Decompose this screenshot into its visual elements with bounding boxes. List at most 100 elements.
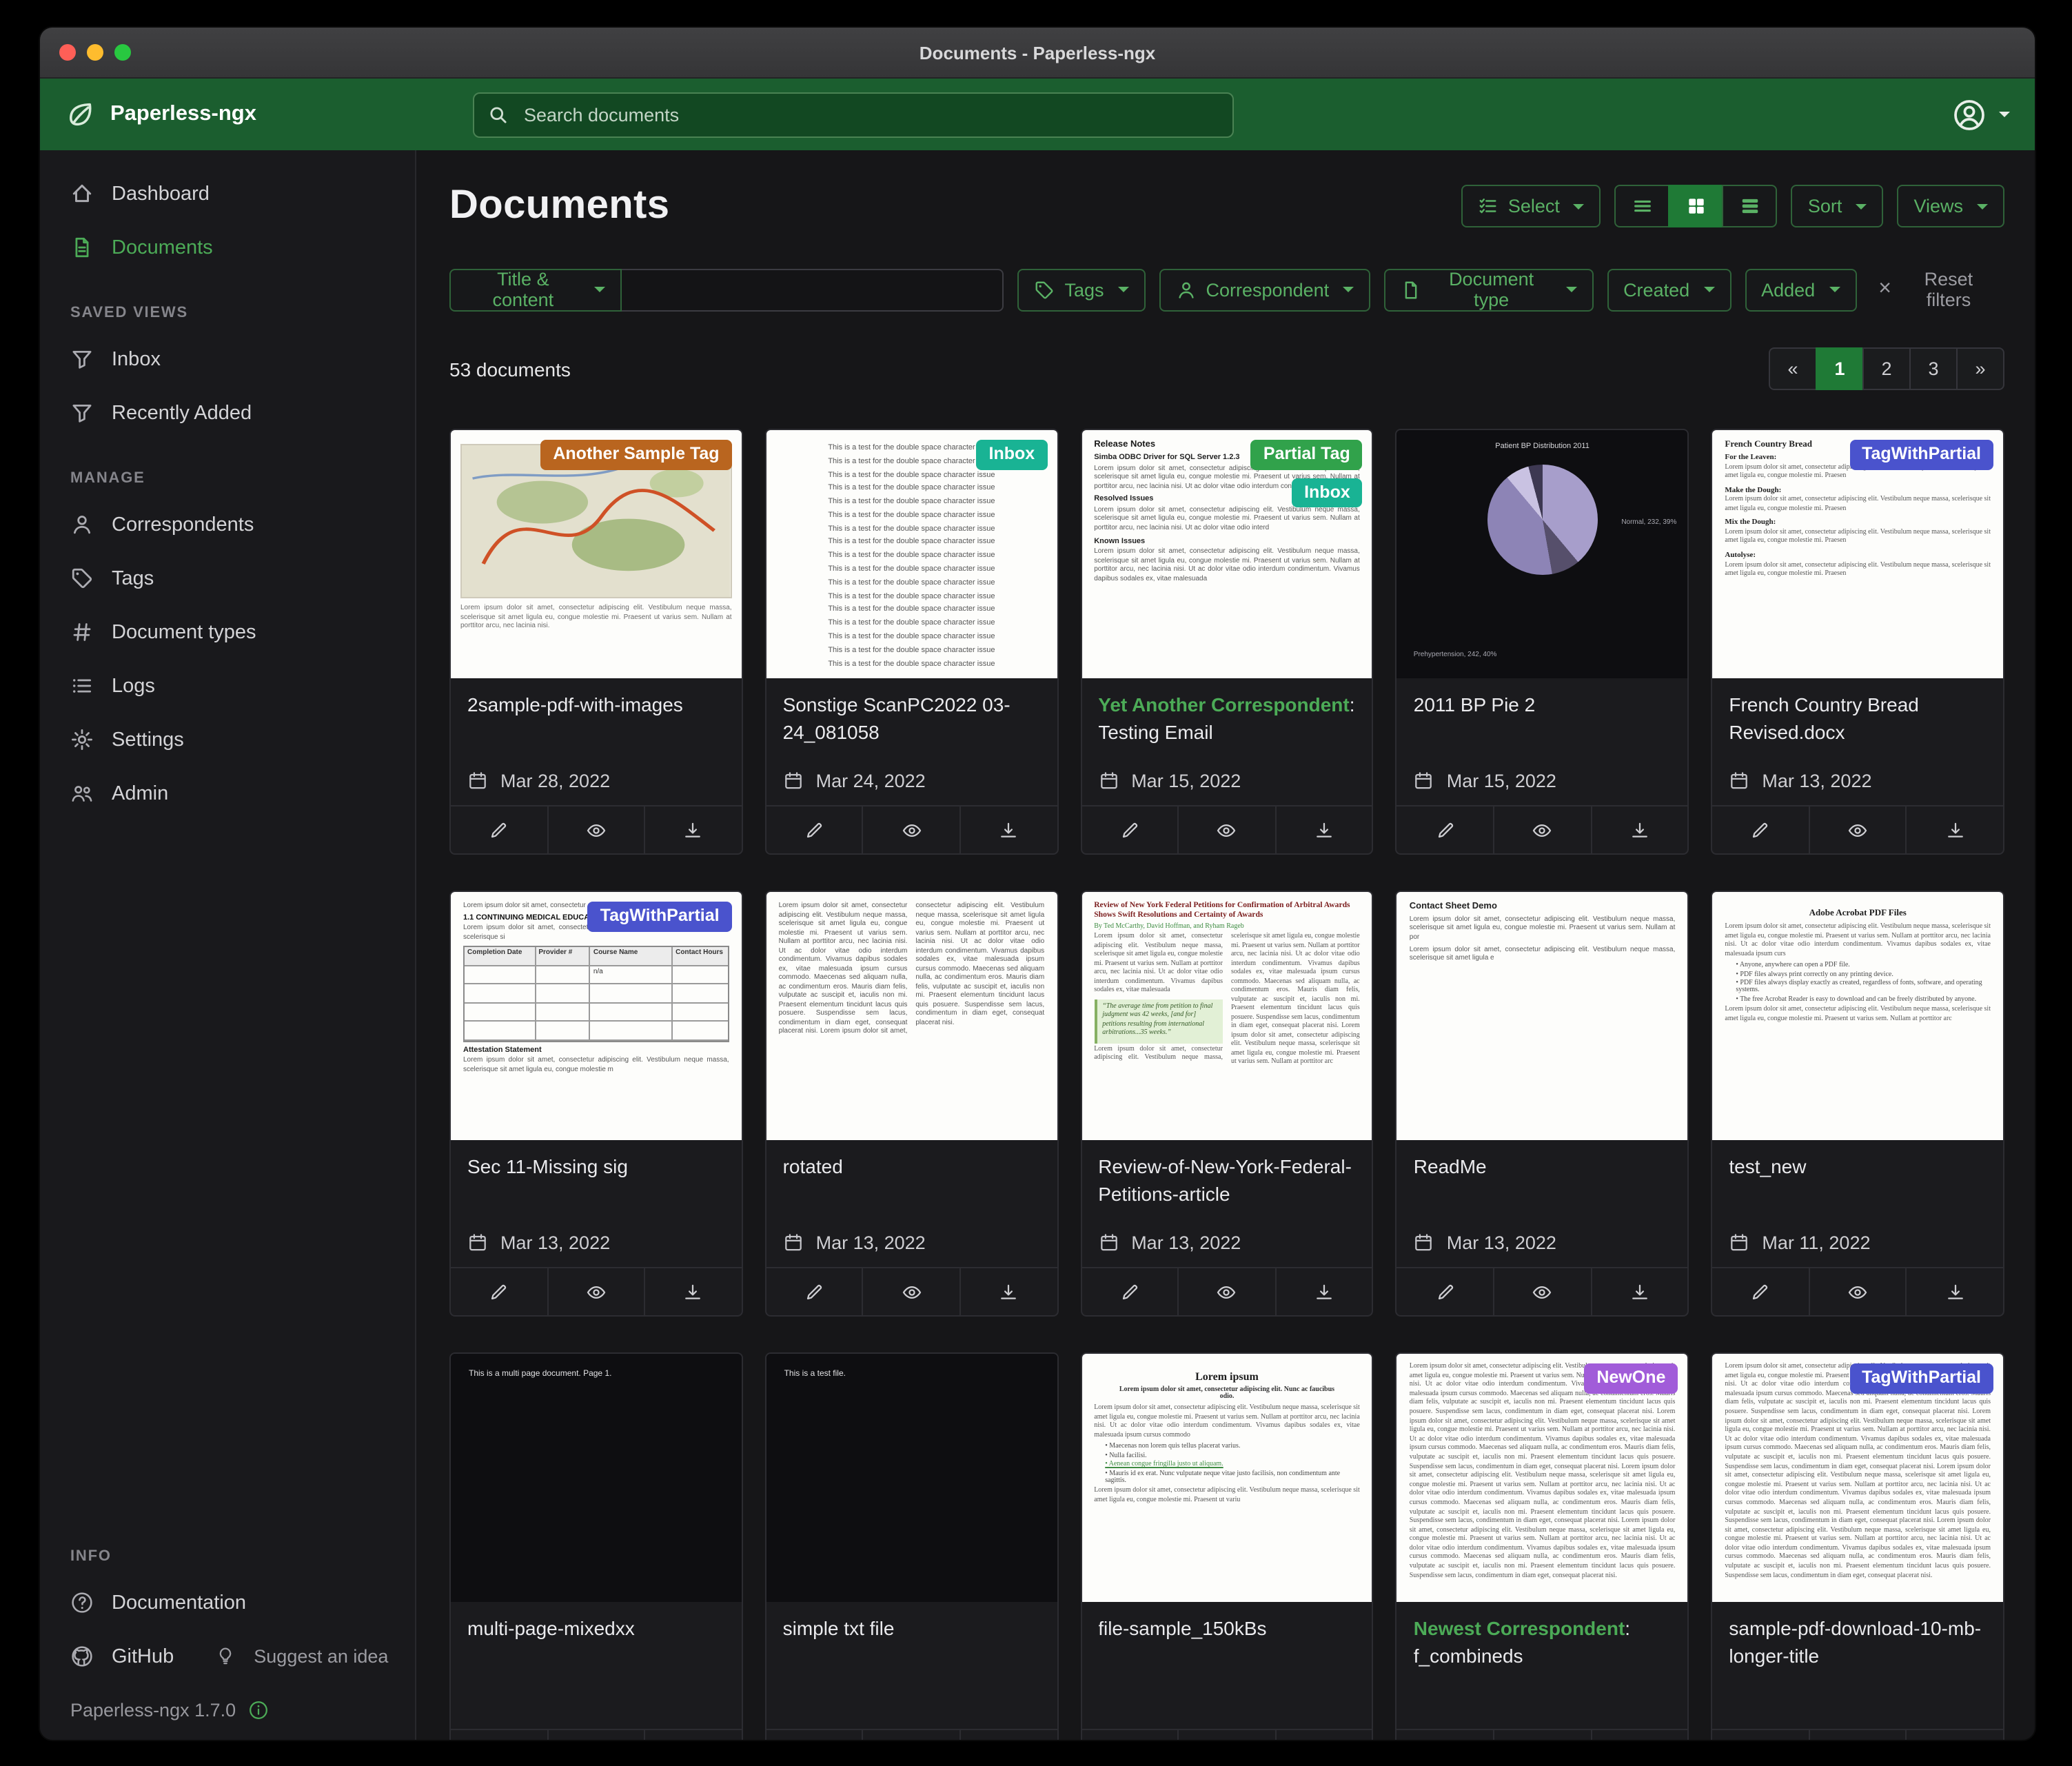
download-document-button[interactable] <box>1906 1268 2003 1315</box>
document-correspondent[interactable]: Newest Correspondent <box>1414 1617 1625 1639</box>
document-card[interactable]: Patient BP Distribution 2011Normal, 232,… <box>1396 429 1689 855</box>
document-card[interactable]: This is a test for the double space char… <box>765 429 1059 855</box>
document-card[interactable]: This is a multi page document. Page 1. m… <box>449 1352 743 1740</box>
document-thumbnail[interactable]: French Country BreadFor the Leaven:Lorem… <box>1712 430 2003 678</box>
document-thumbnail[interactable]: Lorem ipsum dolor sit amet, consectetur … <box>766 892 1057 1140</box>
page-3-button[interactable]: 3 <box>1909 347 1958 390</box>
document-title[interactable]: 2011 BP Pie 2 <box>1414 692 1672 719</box>
document-thumbnail[interactable]: Adobe Acrobat PDF FilesLorem ipsum dolor… <box>1712 892 2003 1140</box>
added-filter-button[interactable]: Added <box>1745 268 1856 311</box>
global-search[interactable] <box>473 92 1234 137</box>
download-document-button[interactable] <box>959 806 1057 853</box>
document-title[interactable]: file-sample_150kBs <box>1098 1616 1356 1643</box>
view-document-button[interactable] <box>862 806 959 853</box>
edit-document-button[interactable] <box>1712 1268 1808 1315</box>
page-1-button[interactable]: 1 <box>1816 347 1864 390</box>
download-document-button[interactable] <box>1906 806 2003 853</box>
title-content-input[interactable] <box>622 268 1004 311</box>
tag-badge[interactable]: Partial Tag <box>1251 440 1363 469</box>
user-menu[interactable] <box>1952 97 2010 132</box>
sidebar-item-correspondents[interactable]: Correspondents <box>40 498 415 551</box>
document-thumbnail[interactable]: Review of New York Federal Petitions for… <box>1081 892 1372 1140</box>
tag-badge[interactable]: TagWithPartial <box>588 902 732 931</box>
app-brand[interactable]: Paperless-ngx <box>65 99 473 130</box>
view-document-button[interactable] <box>1177 1730 1274 1740</box>
document-thumbnail[interactable]: Lorem ipsum dolor sit amet, consectetur … <box>1712 1354 2003 1602</box>
correspondent-filter-button[interactable]: Correspondent <box>1159 268 1371 311</box>
document-title[interactable]: multi-page-mixedxx <box>467 1616 725 1643</box>
document-title[interactable]: rotated <box>783 1154 1041 1181</box>
edit-document-button[interactable] <box>1397 806 1493 853</box>
document-title[interactable]: French Country Bread Revised.docx <box>1729 692 1987 746</box>
sidebar-item-documents[interactable]: Documents <box>40 221 415 274</box>
document-title[interactable]: 2sample-pdf-with-images <box>467 692 725 719</box>
edit-document-button[interactable] <box>1081 1268 1177 1315</box>
download-document-button[interactable] <box>959 1730 1057 1740</box>
document-type-filter-button[interactable]: Document type <box>1384 268 1593 311</box>
view-document-button[interactable] <box>547 1268 644 1315</box>
document-card[interactable]: Review of New York Federal Petitions for… <box>1080 891 1374 1317</box>
edit-document-button[interactable] <box>451 1730 547 1740</box>
document-thumbnail[interactable]: Lorem ipsum dolor sit amet, consectetur … <box>451 430 742 678</box>
document-thumbnail[interactable]: Patient BP Distribution 2011Normal, 232,… <box>1397 430 1688 678</box>
sidebar-item-settings[interactable]: Settings <box>40 713 415 767</box>
view-document-button[interactable] <box>1493 806 1590 853</box>
document-title[interactable]: Sonstige ScanPC2022 03-24_081058 <box>783 692 1041 746</box>
edit-document-button[interactable] <box>1712 1730 1808 1740</box>
document-card[interactable]: Lorem ipsum dolor sit amet, consectetur … <box>449 429 743 855</box>
download-document-button[interactable] <box>1590 1268 1687 1315</box>
view-document-button[interactable] <box>862 1268 959 1315</box>
sidebar-item-logs[interactable]: Logs <box>40 659 415 713</box>
view-document-button[interactable] <box>547 806 644 853</box>
document-thumbnail[interactable]: Lorem ipsum dolor sit amet, consectetur … <box>1397 1354 1688 1602</box>
next-page-button[interactable]: » <box>1956 347 2004 390</box>
edit-document-button[interactable] <box>766 1730 862 1740</box>
download-document-button[interactable] <box>644 1268 741 1315</box>
document-thumbnail[interactable]: This is a test for the double space char… <box>766 430 1057 678</box>
sort-button[interactable]: Sort <box>1791 185 1884 227</box>
edit-document-button[interactable] <box>766 806 862 853</box>
sidebar-item-inbox[interactable]: Inbox <box>40 332 415 386</box>
reset-filters-button[interactable]: × Reset filters <box>1870 267 2004 312</box>
document-title[interactable]: simple txt file <box>783 1616 1041 1643</box>
page-2-button[interactable]: 2 <box>1862 347 1911 390</box>
sidebar-item-tags[interactable]: Tags <box>40 551 415 605</box>
edit-document-button[interactable] <box>1397 1268 1493 1315</box>
edit-document-button[interactable] <box>1081 806 1177 853</box>
minimize-window-button[interactable] <box>87 44 103 61</box>
document-card[interactable]: Lorem ipsum dolor sit amet, consectetur … <box>1711 1352 2004 1740</box>
sidebar-item-documentation[interactable]: Documentation <box>40 1576 415 1630</box>
download-document-button[interactable] <box>644 1730 741 1740</box>
document-card[interactable]: French Country BreadFor the Leaven:Lorem… <box>1711 429 2004 855</box>
close-window-button[interactable] <box>59 44 76 61</box>
sidebar-item-admin[interactable]: Admin <box>40 767 415 820</box>
tag-badge[interactable]: Inbox <box>977 440 1048 469</box>
document-thumbnail[interactable]: This is a multi page document. Page 1. <box>451 1354 742 1602</box>
document-title[interactable]: ReadMe <box>1414 1154 1672 1181</box>
document-thumbnail[interactable]: Lorem ipsum dolor sit amet, consectetur … <box>451 892 742 1140</box>
document-thumbnail[interactable]: This is a test file. <box>766 1354 1057 1602</box>
document-thumbnail[interactable]: Contact Sheet DemoLorem ipsum dolor sit … <box>1397 892 1688 1140</box>
sidebar-item-recently-added[interactable]: Recently Added <box>40 386 415 440</box>
view-document-button[interactable] <box>547 1730 644 1740</box>
download-document-button[interactable] <box>1275 806 1372 853</box>
document-card[interactable]: Lorem ipsumLorem ipsum dolor sit amet, c… <box>1080 1352 1374 1740</box>
download-document-button[interactable] <box>1275 1268 1372 1315</box>
document-correspondent[interactable]: Yet Another Correspondent <box>1098 693 1350 715</box>
list-view-button[interactable] <box>1615 185 1670 227</box>
tags-filter-button[interactable]: Tags <box>1017 268 1145 311</box>
select-button[interactable]: Select <box>1461 185 1601 227</box>
document-card[interactable]: Lorem ipsum dolor sit amet, consectetur … <box>1396 1352 1689 1740</box>
view-document-button[interactable] <box>1809 1268 1906 1315</box>
search-input[interactable] <box>521 103 1219 126</box>
document-title[interactable]: Sec 11-Missing sig <box>467 1154 725 1181</box>
download-document-button[interactable] <box>1590 1730 1687 1740</box>
download-document-button[interactable] <box>1906 1730 2003 1740</box>
document-title[interactable]: test_new <box>1729 1154 1987 1181</box>
document-card[interactable]: Lorem ipsum dolor sit amet, consectetur … <box>765 891 1059 1317</box>
document-title[interactable]: Yet Another Correspondent: Testing Email <box>1098 692 1356 746</box>
created-filter-button[interactable]: Created <box>1607 268 1731 311</box>
document-thumbnail[interactable]: Lorem ipsumLorem ipsum dolor sit amet, c… <box>1081 1354 1372 1602</box>
download-document-button[interactable] <box>1590 806 1687 853</box>
grid-view-button[interactable] <box>1669 185 1724 227</box>
